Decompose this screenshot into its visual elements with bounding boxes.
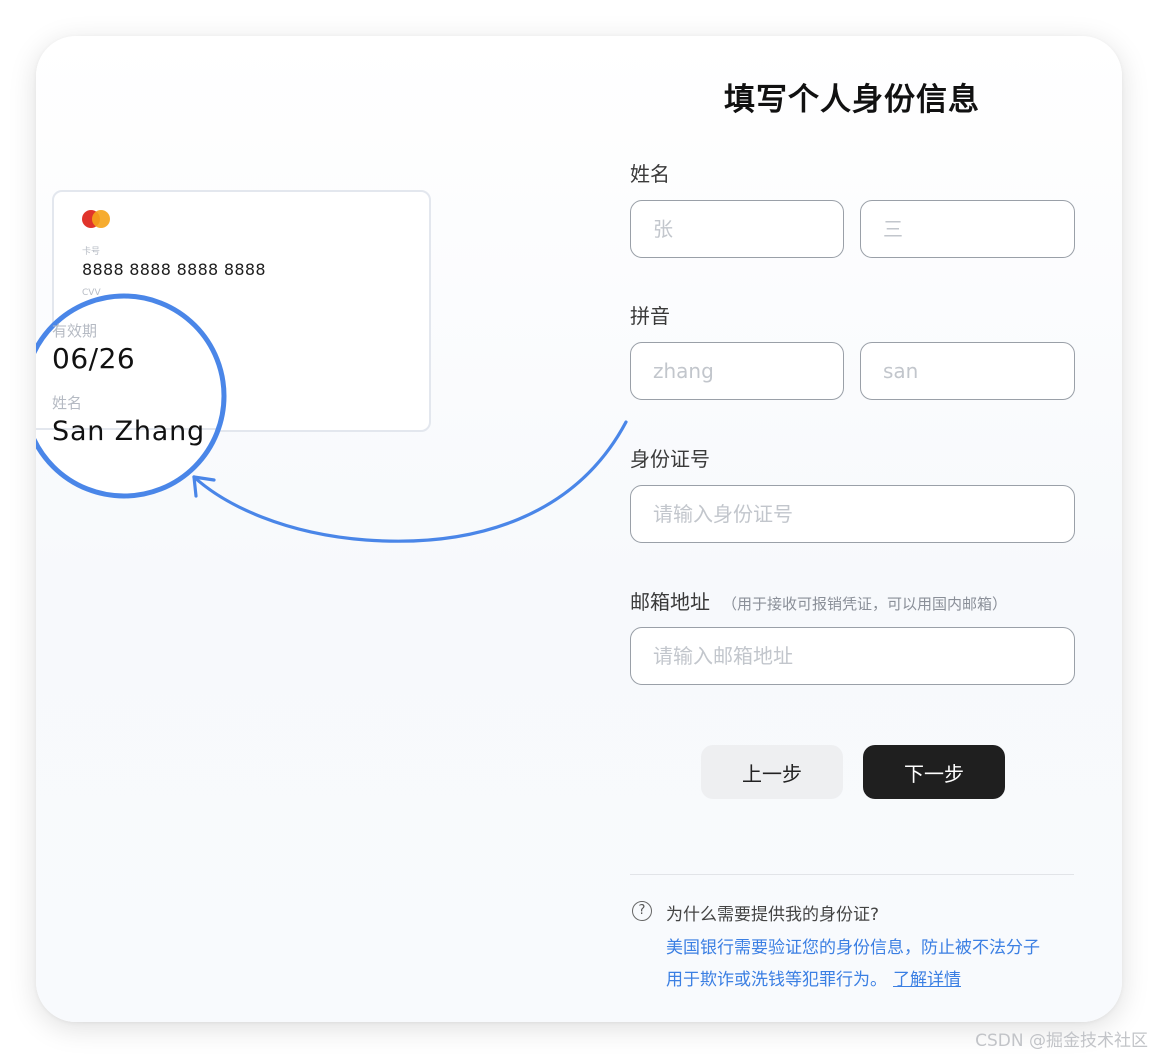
pinyin-surname-input[interactable] bbox=[630, 342, 844, 400]
help-answer-line1: 美国银行需要验证您的身份信息，防止被不法分子 bbox=[666, 938, 1040, 958]
name-label: 姓名 bbox=[630, 162, 670, 186]
help-question: 为什么需要提供我的身份证? bbox=[666, 905, 880, 925]
email-label-row: 邮箱地址 （用于接收可报销凭证，可以用国内邮箱） bbox=[630, 586, 1007, 615]
mastercard-orange-circle bbox=[92, 210, 110, 228]
question-circle-icon: ? bbox=[632, 901, 652, 921]
zoom-name-value: San Zhang bbox=[52, 416, 205, 447]
identity-form-panel: 卡号 8888 8888 8888 8888 CVV 有效期 06/26 姓名 … bbox=[36, 36, 1122, 1022]
id-number-label: 身份证号 bbox=[630, 447, 710, 471]
pointer-arrow-curve bbox=[192, 420, 628, 543]
next-step-button[interactable]: 下一步 bbox=[863, 745, 1005, 799]
card-number: 8888 8888 8888 8888 bbox=[82, 260, 266, 279]
watermark: CSDN @掘金技术社区 bbox=[975, 1031, 1148, 1051]
mastercard-logo-icon bbox=[82, 210, 112, 228]
email-note: （用于接收可报销凭证，可以用国内邮箱） bbox=[722, 595, 1008, 613]
pinyin-label: 拼音 bbox=[630, 304, 670, 328]
zoom-name-label: 姓名 bbox=[52, 394, 83, 412]
credit-card-illustration: 卡号 8888 8888 8888 8888 CVV bbox=[52, 190, 431, 432]
help-answer-text: 用于欺诈或洗钱等犯罪行为。 bbox=[666, 970, 887, 990]
pinyin-given-name-input[interactable] bbox=[860, 342, 1075, 400]
surname-input[interactable] bbox=[630, 200, 844, 258]
card-number-label: 卡号 bbox=[82, 247, 101, 257]
zoom-expiry-value: 06/26 bbox=[52, 342, 136, 375]
zoom-expiry-label: 有效期 bbox=[52, 322, 98, 340]
pointer-arrow-head-icon bbox=[192, 475, 216, 498]
page-title: 填写个人身份信息 bbox=[724, 82, 980, 118]
id-number-input[interactable] bbox=[630, 485, 1075, 543]
email-input[interactable] bbox=[630, 627, 1075, 685]
card-cvv-label: CVV bbox=[82, 288, 101, 298]
divider bbox=[630, 874, 1074, 875]
email-label: 邮箱地址 bbox=[630, 590, 710, 614]
previous-step-button[interactable]: 上一步 bbox=[701, 745, 843, 799]
given-name-input[interactable] bbox=[860, 200, 1075, 258]
learn-more-link[interactable]: 了解详情 bbox=[893, 970, 961, 990]
help-answer-line2: 用于欺诈或洗钱等犯罪行为。 了解详情 bbox=[666, 965, 961, 990]
